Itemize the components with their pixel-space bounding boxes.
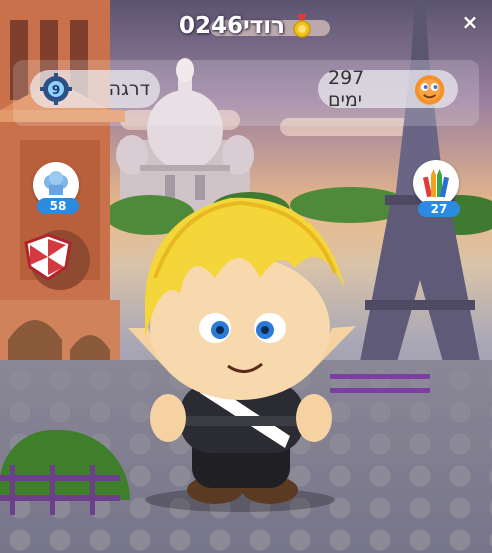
player-avatar[interactable] — [120, 178, 360, 513]
chef-count: 58 — [37, 198, 79, 214]
shield-icon[interactable] — [22, 233, 74, 281]
crayons-badge[interactable] — [413, 160, 459, 206]
profile-header: רודי0246 — [0, 8, 492, 44]
level-label: דרגה — [108, 78, 150, 100]
close-button[interactable]: × — [458, 10, 482, 34]
sun-days-icon — [414, 75, 445, 105]
player-card: רודי0246 × 9 דרגה 297 ימים 58 27 — [0, 0, 492, 553]
days-label: 297 ימים — [328, 67, 365, 111]
level-number: 9 — [52, 83, 60, 97]
crayons-icon — [422, 169, 450, 198]
level-pill: 9 דרגה — [30, 70, 160, 108]
days-pill: 297 ימים — [318, 67, 458, 111]
chef-hat-icon — [44, 171, 68, 195]
gear-level-icon: 9 — [40, 73, 72, 105]
username: רודי0246 — [178, 13, 286, 39]
medal-icon — [293, 14, 311, 38]
fence — [0, 465, 120, 515]
crayons-count: 27 — [418, 201, 460, 217]
